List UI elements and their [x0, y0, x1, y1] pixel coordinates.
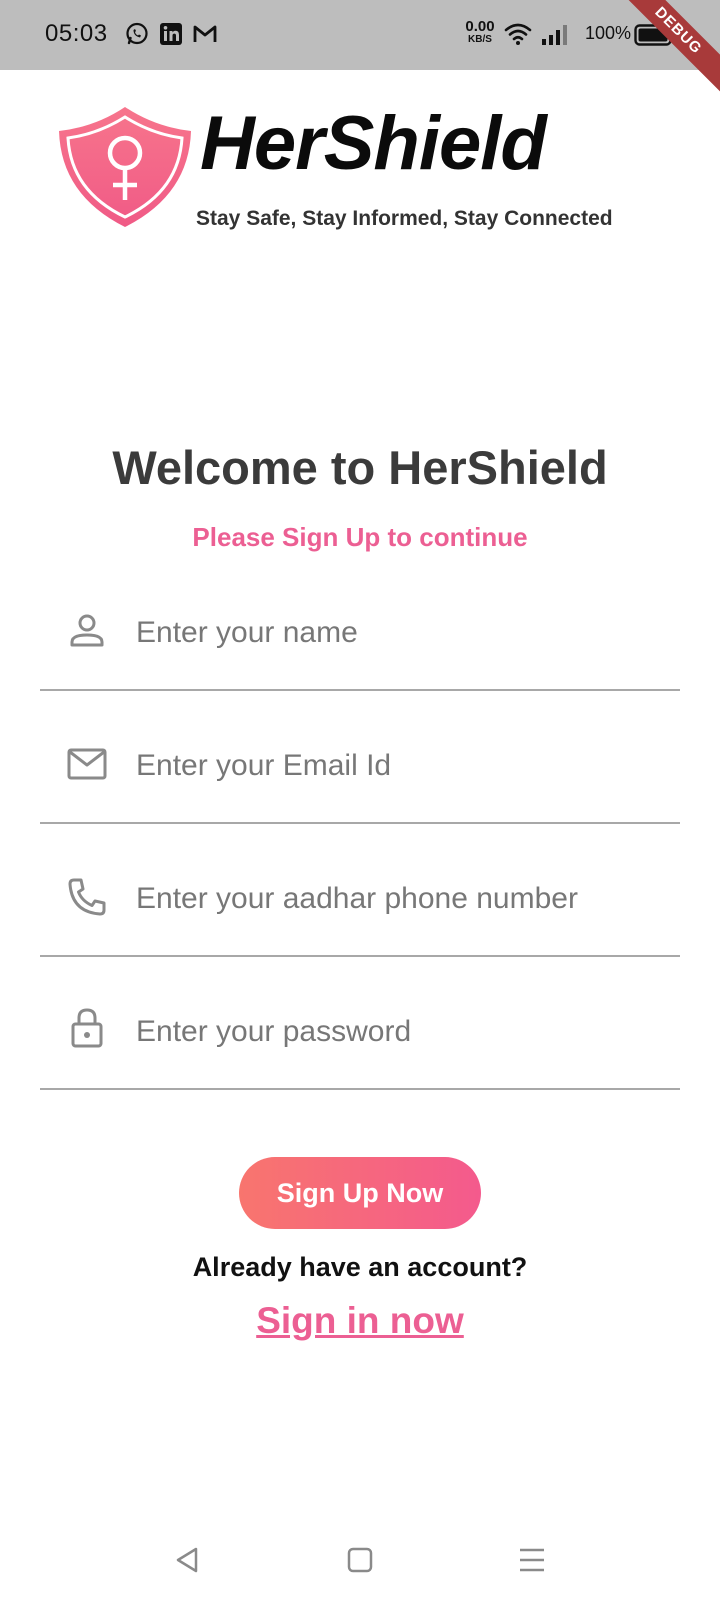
name-field [40, 555, 680, 691]
person-icon [70, 614, 104, 647]
name-input[interactable] [136, 608, 666, 658]
mail-icon [67, 748, 107, 780]
battery-percent: 100% [585, 23, 632, 43]
status-bar: 05:03 0.00 KB/S 100% DEBUG [0, 0, 720, 97]
phone-input[interactable] [136, 874, 666, 924]
signin-link[interactable]: Sign in now [0, 1300, 720, 1342]
debug-banner: DEBUG [612, 0, 720, 97]
whatsapp-icon [126, 22, 148, 45]
signup-subtitle: Please Sign Up to continue [192, 522, 528, 552]
phone-icon [68, 878, 106, 916]
recents-icon[interactable] [512, 1540, 552, 1580]
app-logo-title: HerShield [200, 101, 547, 186]
gmail-icon [193, 25, 217, 42]
password-input[interactable] [136, 1007, 666, 1057]
email-field [40, 688, 680, 824]
already-account-text: Already have an account? [192, 1252, 528, 1282]
wifi-icon [504, 23, 532, 45]
status-time: 05:03 [45, 20, 108, 47]
shield-logo-icon [59, 107, 191, 227]
app-tagline: Stay Safe, Stay Informed, Stay Connected [196, 207, 613, 230]
linkedin-icon [160, 23, 182, 45]
phone-field [40, 821, 680, 957]
back-icon[interactable] [168, 1540, 208, 1580]
email-input[interactable] [136, 741, 666, 791]
password-field [40, 954, 680, 1090]
network-speed-unit: KB/S [468, 34, 492, 45]
network-speed-value: 0.00 [465, 18, 495, 35]
lock-icon [71, 1008, 103, 1048]
signup-button[interactable]: Sign Up Now [239, 1157, 481, 1229]
signal-icon [542, 25, 567, 45]
welcome-title: Welcome to HerShield [112, 441, 608, 494]
home-icon[interactable] [340, 1540, 380, 1580]
network-speed: 0.00 KB/S [462, 19, 498, 45]
